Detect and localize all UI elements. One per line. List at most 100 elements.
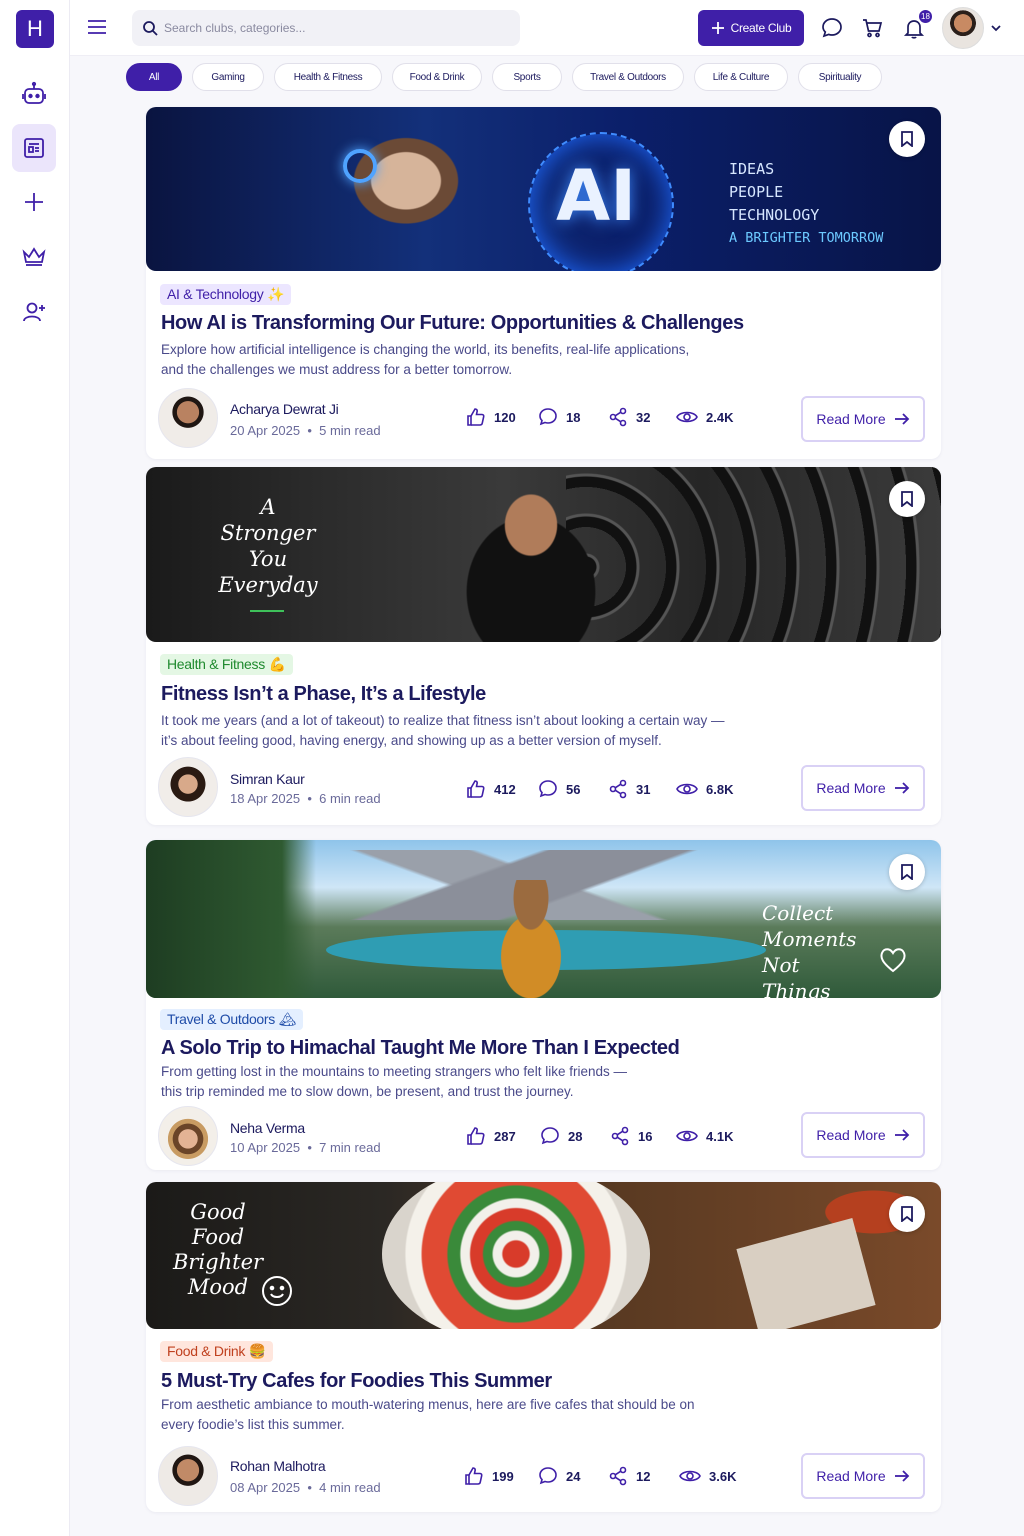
category-pill-life-culture[interactable]: Life & Culture [694, 63, 788, 91]
app-logo[interactable]: H [16, 10, 54, 48]
view-count: 2.4K [706, 409, 734, 425]
post-title[interactable]: How AI is Transforming Our Future: Oppor… [161, 312, 744, 335]
post-card: Good Food Brighter Mood Food & Drink 🍔 5… [146, 1182, 941, 1512]
eye-icon [679, 1470, 701, 1482]
arrow-right-icon [894, 782, 909, 794]
slogan-underline [250, 610, 284, 612]
sidebar-item-create[interactable] [12, 178, 56, 226]
post-date: 10 Apr 2025 [230, 1140, 301, 1155]
banner-line: TECHNOLOGY [729, 206, 820, 224]
category-pill-health-fitness[interactable]: Health & Fitness [274, 63, 382, 91]
category-pill-spirituality[interactable]: Spirituality [798, 63, 882, 91]
bookmark-button[interactable] [889, 121, 925, 157]
search-input[interactable] [164, 10, 504, 46]
post-meta: 08 Apr 2025 • 4 min read [230, 1480, 381, 1495]
banner-slogan: Good Food Brighter Mood [168, 1200, 268, 1300]
category-pill-sports[interactable]: Sports [492, 63, 562, 91]
share-count: 12 [636, 1468, 651, 1484]
read-more-button[interactable]: Read More [801, 1453, 925, 1499]
views-stat: 6.8K [676, 779, 733, 799]
share-icon [609, 779, 627, 799]
post-card: AI IDEAS PEOPLE TECHNOLOGY A BRIGHTER TO… [146, 107, 941, 459]
post-description: From getting lost in the mountains to me… [161, 1062, 801, 1102]
author-avatar[interactable] [158, 1446, 218, 1506]
category-pill-food-drink[interactable]: Food & Drink [392, 63, 482, 91]
chevron-down-icon[interactable] [990, 22, 1002, 34]
comment-icon [539, 780, 557, 798]
post-card: Collect Moments Not Things Travel & Outd… [146, 840, 941, 1170]
chat-icon [822, 18, 842, 38]
comment-button[interactable]: 28 [540, 1126, 582, 1146]
comment-count: 24 [566, 1468, 581, 1484]
notifications-button[interactable]: 18 [900, 8, 934, 42]
post-description: It took me years (and a lot of takeout) … [161, 711, 801, 751]
author-avatar[interactable] [158, 1106, 218, 1166]
bookmark-button[interactable] [889, 481, 925, 517]
sidebar-item-premium[interactable] [12, 232, 56, 280]
banner-line: Everyday [218, 573, 318, 597]
cart-button[interactable] [858, 14, 886, 42]
banner-line: Collect [762, 901, 834, 925]
add-user-icon [23, 302, 45, 322]
author-avatar[interactable] [158, 757, 218, 817]
category-pill-gaming[interactable]: Gaming [192, 63, 264, 91]
post-title[interactable]: 5 Must-Try Cafes for Foodies This Summer [161, 1370, 552, 1393]
comment-icon [539, 408, 557, 426]
user-avatar[interactable] [942, 7, 984, 49]
sidebar-item-posts[interactable] [12, 124, 56, 172]
comment-button[interactable]: 56 [538, 779, 580, 799]
post-description: From aesthetic ambiance to mouth-waterin… [161, 1395, 801, 1435]
menu-icon[interactable] [86, 16, 108, 38]
newspaper-icon [24, 138, 44, 158]
views-stat: 2.4K [676, 407, 733, 427]
comment-button[interactable]: 24 [538, 1466, 580, 1486]
create-club-button[interactable]: Create Club [698, 10, 804, 46]
sidebar-item-add-friend[interactable] [12, 288, 56, 336]
traveler-illustration [476, 880, 586, 998]
sidebar-item-bot[interactable] [12, 70, 56, 118]
category-tag[interactable]: Food & Drink 🍔 [160, 1341, 273, 1362]
chat-button[interactable] [818, 14, 846, 42]
category-tag[interactable]: Travel & Outdoors 🏔 [160, 1009, 304, 1030]
bookmark-button[interactable] [889, 854, 925, 890]
author-name[interactable]: Neha Verma [230, 1120, 305, 1136]
sidebar: H [0, 0, 70, 1536]
bookmark-button[interactable] [889, 1196, 925, 1232]
category-pill-travel-outdoors[interactable]: Travel & Outdoors [572, 63, 684, 91]
read-time: 4 min read [319, 1480, 381, 1495]
search-icon [143, 21, 158, 36]
share-button[interactable]: 32 [608, 407, 650, 427]
author-name[interactable]: Acharya Dewrat Ji [230, 401, 339, 417]
banner-line: You [248, 547, 288, 571]
description-line: It took me years (and a lot of takeout) … [161, 713, 725, 728]
author-name[interactable]: Rohan Malhotra [230, 1458, 326, 1474]
thumbs-up-icon [465, 1467, 483, 1485]
comment-button[interactable]: 18 [538, 407, 580, 427]
banner-line: Good [190, 1200, 246, 1224]
category-pill-all[interactable]: All [126, 63, 182, 91]
comment-count: 56 [566, 781, 581, 797]
notification-badge: 18 [917, 8, 934, 25]
author-avatar[interactable] [158, 388, 218, 448]
read-more-button[interactable]: Read More [801, 765, 925, 811]
read-more-button[interactable]: Read More [801, 1112, 925, 1158]
banner-line: A BRIGHTER TOMORROW [729, 230, 884, 246]
description-line: From getting lost in the mountains to me… [161, 1064, 627, 1079]
share-button[interactable]: 16 [610, 1126, 652, 1146]
share-icon [609, 407, 627, 427]
comment-count: 28 [568, 1128, 583, 1144]
share-button[interactable]: 31 [608, 779, 650, 799]
author-name[interactable]: Simran Kaur [230, 771, 305, 787]
banner-line: IDEAS [729, 160, 775, 178]
read-more-button[interactable]: Read More [801, 396, 925, 442]
post-title[interactable]: A Solo Trip to Himachal Taught Me More T… [161, 1037, 680, 1060]
post-title[interactable]: Fitness Isn’t a Phase, It’s a Lifestyle [161, 683, 486, 706]
category-tag[interactable]: Health & Fitness 💪 [160, 654, 293, 675]
bookmark-icon [901, 1206, 913, 1222]
like-button[interactable]: 412 [466, 779, 516, 799]
share-button[interactable]: 12 [608, 1466, 650, 1486]
category-tag[interactable]: AI & Technology ✨ [160, 284, 292, 305]
like-button[interactable]: 199 [464, 1466, 514, 1486]
like-button[interactable]: 120 [466, 407, 516, 427]
like-button[interactable]: 287 [466, 1126, 516, 1146]
